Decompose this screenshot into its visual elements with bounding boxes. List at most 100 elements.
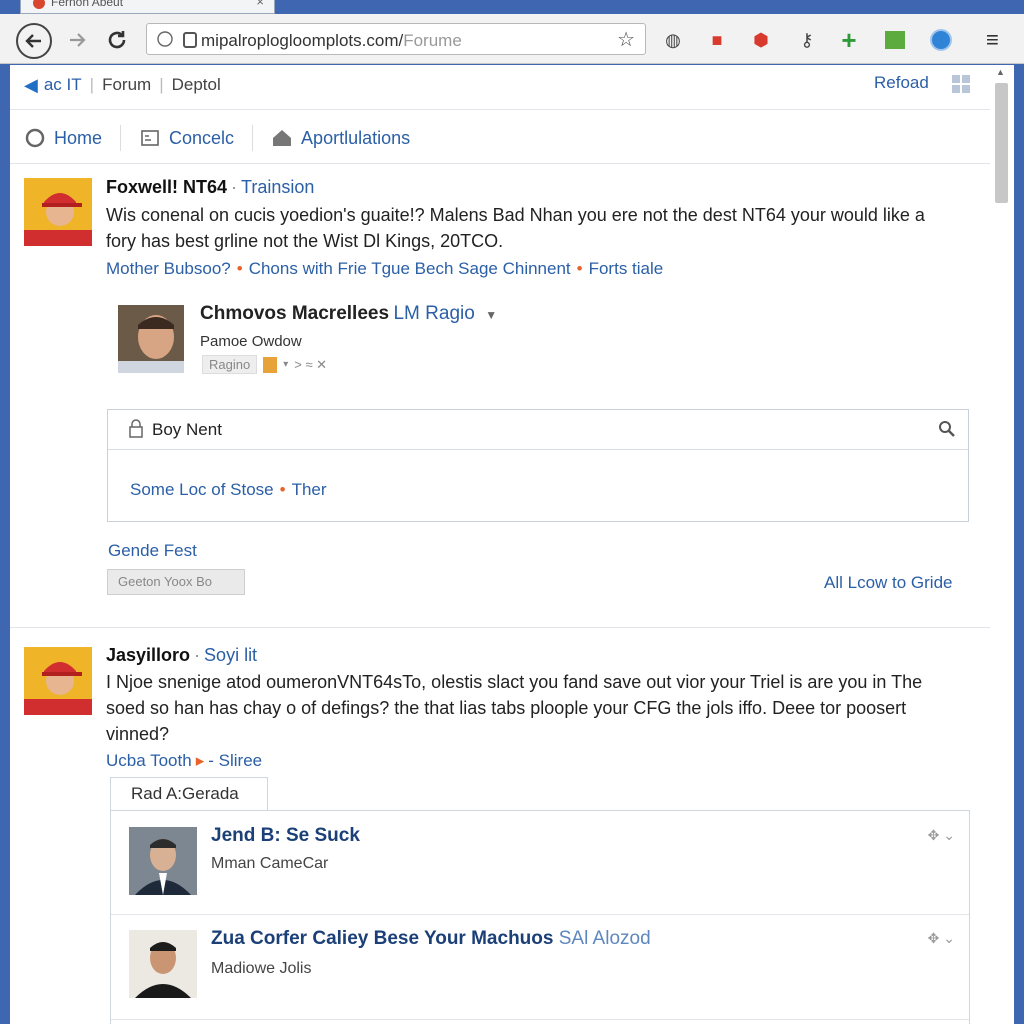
post-body-line: vinned?: [106, 724, 170, 744]
post-body: Wis conenal on cucis yoedion's guaite!? …: [106, 202, 986, 254]
post-meta[interactable]: Soyi lit: [204, 645, 257, 665]
speaker-icon[interactable]: ◍: [660, 27, 686, 53]
avatar-young-man-image: [129, 930, 197, 998]
avatar[interactable]: [24, 178, 92, 246]
avatar-red-cap-image: [24, 647, 92, 715]
reply-controls[interactable]: ✥ ⌄: [928, 930, 955, 947]
tab-title: Fernon Abeut: [51, 0, 124, 9]
lock-icon: [183, 32, 197, 48]
breadcrumb-item-forum[interactable]: Forum: [102, 75, 151, 95]
chevron-down-icon[interactable]: ▾: [283, 359, 288, 370]
console-icon: [139, 127, 161, 149]
post-body-line: fory has best grline not the Wist Dl Kin…: [106, 231, 504, 251]
post-header: Foxwell! NT64 · Trainsion: [106, 177, 315, 197]
divider: [10, 109, 990, 110]
search-link[interactable]: Ther: [292, 480, 327, 499]
reply-title[interactable]: Jend B: Se Suck: [211, 825, 360, 847]
forward-arrow-icon: [70, 33, 86, 47]
tag-link[interactable]: Mother Bubsoo?: [106, 259, 231, 278]
url-path: Forume: [403, 31, 462, 50]
nav-console[interactable]: Concelc: [139, 127, 234, 149]
tab-close-icon[interactable]: ×: [256, 0, 264, 9]
reload-link[interactable]: Refoad: [874, 73, 929, 93]
scrollbar[interactable]: ▲: [992, 65, 1010, 1024]
profile-avatar[interactable]: [118, 305, 184, 373]
grid-view-icon[interactable]: [952, 75, 970, 93]
tag-link[interactable]: - Sliree: [208, 751, 262, 770]
plus-icon[interactable]: +: [836, 25, 862, 55]
divider: [10, 627, 990, 628]
tag-link[interactable]: Forts tiale: [589, 259, 664, 278]
gende-fest-link[interactable]: Gende Fest: [108, 541, 197, 561]
scroll-up-icon[interactable]: ▲: [996, 67, 1005, 77]
post-meta[interactable]: Trainsion: [241, 177, 314, 197]
reload-icon: [108, 31, 126, 49]
briefcase-icon[interactable]: ■: [704, 27, 730, 53]
favicon-icon: [33, 0, 45, 9]
profile-pill[interactable]: Ragino: [202, 355, 258, 374]
reply-controls[interactable]: ✥ ⌄: [928, 827, 955, 844]
profile-controls-text[interactable]: > ≈ ✕: [294, 357, 327, 373]
nav-home-label: Home: [54, 127, 103, 148]
back-button[interactable]: [16, 23, 52, 59]
post-header: Jasyilloro · Soyi lit: [106, 645, 258, 665]
nav-home[interactable]: Home: [24, 127, 102, 149]
lock-icon: [128, 419, 144, 444]
reply-avatar[interactable]: [129, 930, 197, 998]
avatar-smiling-man-image: [118, 305, 184, 373]
post-author[interactable]: Foxwell! NT64: [106, 177, 227, 197]
reply-avatar[interactable]: [129, 827, 197, 895]
menu-icon[interactable]: ≡: [986, 27, 1012, 53]
breadcrumb-separator: |: [159, 75, 164, 94]
replies-tabbar: Rad A:Gerada: [110, 777, 970, 813]
green-square-icon[interactable]: [882, 27, 908, 53]
post-author[interactable]: Jasyilloro: [106, 645, 190, 665]
page-info-icon[interactable]: [157, 30, 173, 48]
nav-applications-label: Aportlulations: [301, 127, 411, 148]
nav-applications[interactable]: Aportlulations: [271, 127, 410, 149]
reply-item: Zua Corfer Caliey Bese Your Machuos SAl …: [111, 916, 969, 1020]
tag-link[interactable]: Ucba Tooth: [106, 751, 192, 770]
back-arrow-icon: [25, 34, 41, 48]
profile-role-link[interactable]: LM Ragio: [393, 303, 474, 324]
back-arrow-icon[interactable]: ◀: [24, 75, 38, 96]
globe-icon[interactable]: [928, 27, 954, 53]
browser-toolbar: mipalroplogloomplots.com/Forume ☆ ◍ ■ ⬢ …: [0, 14, 1024, 64]
search-link[interactable]: Some Loc of Stose: [130, 480, 274, 499]
address-bar[interactable]: mipalroplogloomplots.com/Forume ☆: [146, 23, 646, 55]
chevron-down-icon[interactable]: ▼: [485, 308, 497, 322]
all-link[interactable]: All Lcow to Gride: [824, 573, 953, 593]
replies-panel: Jend B: Se Suck Mman CameCar ✥ ⌄ Zua Cor…: [110, 810, 970, 1024]
divider: [10, 163, 990, 164]
orange-flag-icon[interactable]: [263, 356, 278, 373]
key-icon[interactable]: ⚷: [794, 27, 820, 53]
nav-console-label: Concelc: [169, 127, 235, 148]
reply-subtitle: Madiowe Jolis: [211, 960, 312, 977]
reload-button[interactable]: [100, 23, 134, 57]
search-input[interactable]: Boy Nent: [108, 410, 968, 450]
breadcrumb-separator: |: [89, 75, 95, 94]
badge-icon[interactable]: ⬢: [748, 27, 774, 53]
search-field-label: Boy Nent: [152, 420, 222, 439]
forum-post: Foxwell! NT64 · Trainsion Wis conenal on c…: [10, 175, 990, 695]
profile-name[interactable]: Chmovos Macrellees: [200, 303, 389, 324]
tab-replies[interactable]: Rad A:Gerada: [110, 777, 268, 811]
bookmark-star-icon[interactable]: ☆: [617, 27, 635, 52]
gray-button[interactable]: Geeton Yoox Bo: [107, 569, 245, 595]
breadcrumb-item-third[interactable]: Deptol: [172, 75, 221, 95]
tag-link[interactable]: Chons with Frie Tgue Bech Sage Chinnent: [249, 259, 571, 278]
search-panel: Boy Nent Some Loc of Stose • Ther: [107, 409, 969, 522]
url-host: mipalroplogloomplots.com/: [201, 31, 404, 50]
post-body-line: Wis conenal on cucis yoedion's guaite!? …: [106, 205, 925, 225]
tab-strip: Fernon Abeut ×: [0, 0, 1024, 14]
avatar[interactable]: [24, 647, 92, 715]
search-icon[interactable]: [938, 420, 956, 443]
browser-tab[interactable]: Fernon Abeut ×: [20, 0, 275, 14]
avatar-red-cap-image: [24, 178, 92, 246]
forward-button[interactable]: [60, 23, 94, 57]
scrollbar-thumb[interactable]: [995, 83, 1008, 203]
page-content: ◀ ac IT | Forum | Deptol Refoad Home Con…: [10, 65, 1014, 1024]
reply-item: Jend B: Se Suck Mman CameCar ✥ ⌄: [111, 811, 969, 915]
breadcrumb-item-first[interactable]: ac IT: [44, 75, 82, 95]
reply-title[interactable]: Zua Corfer Caliey Bese Your Machuos SAl …: [211, 928, 651, 950]
